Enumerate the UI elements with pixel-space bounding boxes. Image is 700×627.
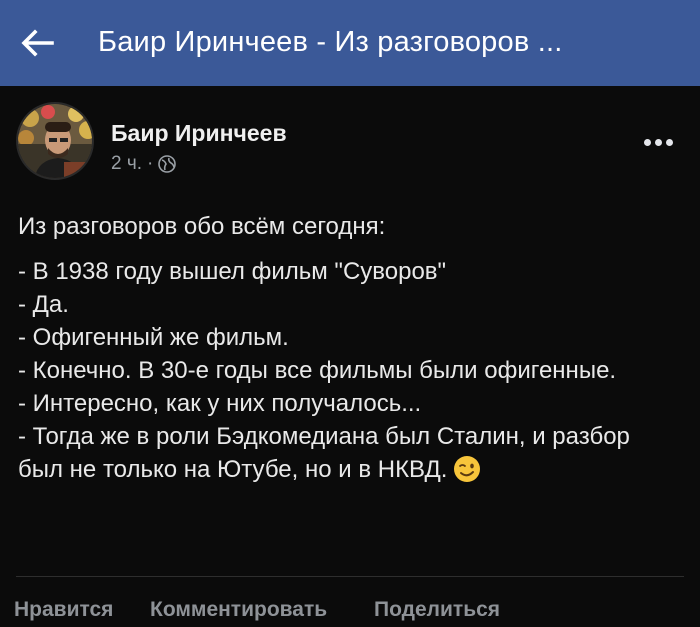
post-actions: Нравится Комментировать Поделиться [0, 598, 700, 627]
winking-face-emoji [453, 455, 481, 483]
share-button[interactable]: Поделиться [374, 598, 500, 622]
post-line: - Конечно. В 30-е годы все фильмы были о… [18, 357, 617, 384]
post-card: Баир Иринчеев 2 ч. · Из разговоров обо в… [0, 86, 700, 627]
author-avatar[interactable] [16, 102, 94, 180]
meta-separator: · [147, 153, 154, 174]
arrow-left-icon [21, 29, 54, 57]
more-horizontal-icon [643, 138, 651, 146]
post-line: - Офигенный же фильм. [18, 324, 289, 351]
globe-icon [158, 155, 177, 173]
more-options-button[interactable] [638, 132, 678, 152]
post-line: - Да. [18, 291, 69, 318]
more-dot [665, 138, 673, 146]
post-line: - В 1938 году вышел фильм "Суворов" [18, 258, 447, 285]
post-line-last: - Тогда же в роли Бэдкомедиана был Стали… [18, 420, 668, 486]
more-dot [654, 138, 662, 146]
top-bar: Баир Иринчеев - Из разговоров ... [0, 0, 700, 86]
post-intro: Из разговоров обо всём сегодня: [18, 213, 386, 240]
like-button[interactable]: Нравится [14, 598, 113, 622]
comment-button[interactable]: Комментировать [150, 598, 327, 622]
divider [16, 576, 684, 577]
post-time[interactable]: 2 ч. [111, 153, 142, 175]
back-button[interactable] [14, 20, 60, 66]
post-body: Из разговоров обо всём сегодня: - В 1938… [18, 210, 668, 486]
post-meta: 2 ч. · [111, 153, 177, 175]
post-line: - Интересно, как у них получалось... [18, 390, 422, 417]
post-line: - Тогда же в роли Бэдкомедиана был Стали… [18, 423, 630, 483]
author-name[interactable]: Баир Иринчеев [111, 120, 287, 147]
page-title: Баир Иринчеев - Из разговоров ... [98, 26, 563, 58]
